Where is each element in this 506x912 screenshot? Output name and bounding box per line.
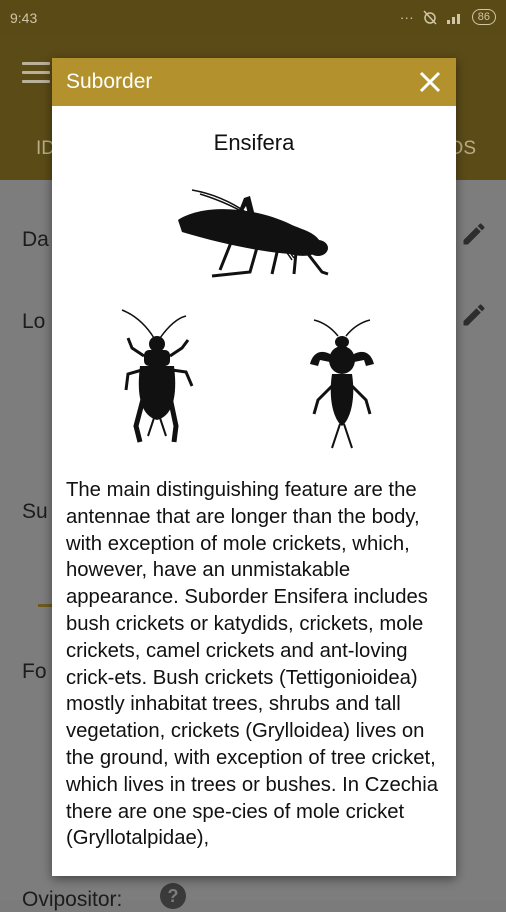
suborder-name: Ensifera xyxy=(213,130,295,155)
status-bar: 9:43 ··· 86 xyxy=(0,0,506,36)
signal-icon xyxy=(446,14,460,24)
suborder-dialog: Suborder Ensifera The main distinguishin… xyxy=(52,58,456,876)
field-underline xyxy=(38,604,52,607)
bush-cricket-silhouette xyxy=(178,189,329,278)
edit-icon[interactable] xyxy=(460,301,488,329)
row-label-suborder: Su xyxy=(22,500,48,523)
dialog-header: Suborder xyxy=(52,58,456,106)
dialog-title: Suborder xyxy=(66,70,153,93)
dots-icon: ··· xyxy=(399,9,414,25)
mole-cricket-silhouette xyxy=(310,319,374,449)
row-label-date: Da xyxy=(22,228,49,251)
field-cricket-silhouette xyxy=(121,309,194,443)
battery-icon: 86 xyxy=(471,9,496,25)
alarm-off-icon xyxy=(423,10,437,25)
menu-icon[interactable] xyxy=(22,62,50,89)
status-icons: ··· 86 xyxy=(400,9,496,25)
row-label-ovipositor: Ovipositor: xyxy=(22,888,123,911)
row-label-family: Fo xyxy=(22,660,47,683)
close-icon[interactable] xyxy=(416,68,444,96)
status-time: 9:43 xyxy=(10,10,38,26)
suborder-description: The main distinguishing feature are the … xyxy=(66,479,438,850)
edit-icon[interactable] xyxy=(460,220,488,248)
row-label-location: Lo xyxy=(22,310,46,333)
help-icon[interactable]: ? xyxy=(160,883,186,909)
